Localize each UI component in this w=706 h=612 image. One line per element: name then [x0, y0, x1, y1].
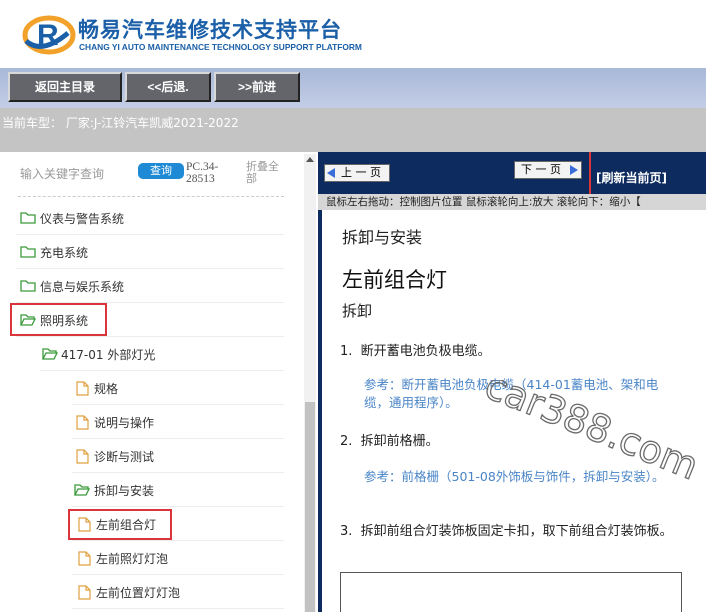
tree-item[interactable]: 417-01 外部灯光 [40, 338, 284, 371]
app-header: R 畅易汽车维修技术支持平台 CHANG YI AUTO MAINTENANCE… [0, 0, 706, 68]
pc-code-text: PC.34-28513 [186, 161, 219, 185]
doc-subtitle: 拆卸 [342, 302, 373, 320]
page-icon [76, 449, 89, 464]
home-button[interactable]: 返回主目录 [8, 72, 122, 102]
tree-item-label: 说明与操作 [94, 416, 155, 430]
doc-figure [340, 572, 682, 612]
tree-item-label: 417-01 外部灯光 [61, 348, 156, 362]
mouse-tip-bar: 鼠标左右拖动：控制图片位置 鼠标滚轮向上:放大 滚轮向下：缩小【 [318, 194, 706, 210]
doc-step: 1. 断开蓄电池负极电缆。 [340, 344, 491, 359]
svg-text:R: R [37, 19, 59, 52]
tree-item[interactable]: 左前照灯灯泡 [72, 542, 284, 575]
tree-item-label: 规格 [94, 382, 119, 396]
nav-bar: 返回主目录 <<后退. >>前进 [0, 68, 706, 108]
tree-item[interactable]: 左前位置灯灯泡 [72, 576, 284, 609]
tree-item[interactable]: 规格 [72, 372, 284, 405]
document-page[interactable]: 拆卸与安装 左前组合灯 拆卸 1. 断开蓄电池负极电缆。 参考：断开蓄电池负极电… [322, 210, 706, 612]
folder-icon [20, 280, 36, 292]
divider [18, 196, 284, 197]
tree-panel: 输入关键字查询 查询 PC.34-28513 折叠全部 仪表与警告系统 充电系统… [0, 152, 318, 612]
back-button[interactable]: <<后退. [125, 72, 211, 102]
search-input[interactable]: 输入关键字查询 [20, 165, 104, 182]
tree-item[interactable]: 拆卸与安装 [72, 474, 284, 507]
doc-step-reference[interactable]: 参考：前格栅（501-08外饰板与饰件，拆卸与安装）。 [364, 468, 674, 486]
model-info-bar: 当前车型： 厂家:J-江铃汽车凯威2021-2022 [0, 108, 706, 152]
folder-open-icon [42, 348, 58, 360]
doc-step-reference[interactable]: 参考：断开蓄电池负极电缆（414-01蓄电池、架和电缆，通用程序）。 [364, 376, 674, 412]
tree-item-label: 左前位置灯灯泡 [96, 586, 181, 600]
highlight-box [318, 152, 591, 196]
tree-item-label: 信息与娱乐系统 [40, 280, 125, 294]
doc-section-title: 拆卸与安装 [342, 228, 423, 247]
tree-item-label: 仪表与警告系统 [40, 212, 125, 226]
refresh-page-link[interactable]: [刷新当前页] [596, 169, 667, 186]
collapse-all-link[interactable]: 折叠全部 [246, 161, 286, 185]
doc-title: 左前组合灯 [342, 268, 447, 292]
doc-step: 2. 拆卸前格栅。 [340, 434, 439, 449]
tree-item[interactable]: 说明与操作 [72, 406, 284, 439]
forward-button[interactable]: >>前进 [214, 72, 300, 102]
page-icon [76, 415, 89, 430]
search-button[interactable]: 查询 [138, 163, 184, 179]
folder-open-icon [74, 484, 90, 496]
current-model-text: 当前车型： 厂家:J-江铃汽车凯威2021-2022 [2, 116, 239, 130]
page-icon [76, 381, 89, 396]
pager-bar: 上 一 页 下 一 页 [刷新当前页] [318, 152, 706, 196]
tree-item-label: 左前照灯灯泡 [96, 552, 169, 566]
brand-logo-icon: R [22, 15, 76, 55]
document-viewer: 上 一 页 下 一 页 [刷新当前页] 鼠标左右拖动：控制图片位置 鼠标滚轮向上… [318, 152, 706, 612]
tree-item-label: 拆卸与安装 [94, 484, 155, 498]
tree-scrollbar-thumb[interactable] [305, 402, 315, 612]
folder-icon [20, 246, 36, 258]
folder-icon [20, 212, 36, 224]
brand-subtitle: CHANG YI AUTO MAINTENANCE TECHNOLOGY SUP… [79, 42, 362, 52]
highlight-box [10, 303, 107, 336]
page-icon [78, 585, 91, 600]
tree-item-label: 诊断与测试 [94, 450, 155, 464]
tree-item[interactable]: 仪表与警告系统 [16, 202, 284, 235]
highlight-box [68, 509, 172, 540]
scroll-up-arrow-icon[interactable] [306, 156, 314, 162]
brand-title: 畅易汽车维修技术支持平台 [78, 18, 342, 42]
tree-item[interactable]: 诊断与测试 [72, 440, 284, 473]
page-icon [78, 551, 91, 566]
doc-step: 3. 拆卸前组合灯装饰板固定卡扣，取下前组合灯装饰板。 [340, 524, 673, 539]
tree-item-label: 充电系统 [40, 246, 89, 260]
tree-item[interactable]: 信息与娱乐系统 [16, 270, 284, 303]
tree-item[interactable]: 充电系统 [16, 236, 284, 269]
